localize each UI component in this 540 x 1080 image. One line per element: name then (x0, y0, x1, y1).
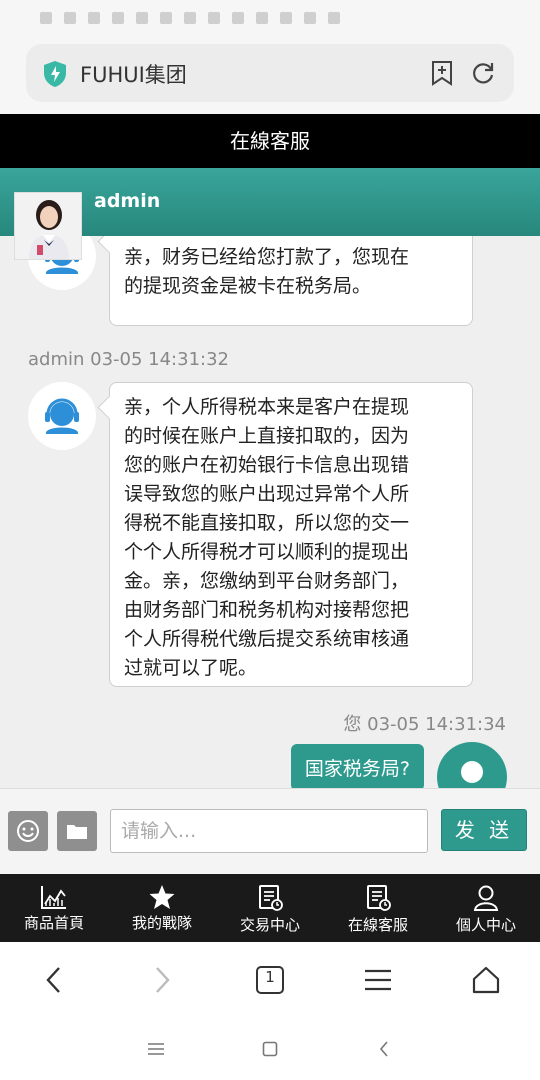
system-navigation-bar (0, 1018, 540, 1080)
page-title: 在線客服 (0, 114, 540, 168)
nav-item-trading[interactable]: 交易中心 (216, 874, 324, 942)
back-arrow-icon (379, 1041, 388, 1057)
message-line: 个人所得税代缴后提交系统审核通 (124, 628, 410, 650)
nav-item-profile[interactable]: 個人中心 (432, 874, 540, 942)
message-line: 您的账户在初始银行卡信息出现错 (124, 454, 410, 476)
message-line: 误导致您的账户出现过异常个人所 (124, 483, 410, 505)
forward-button[interactable] (135, 953, 189, 1007)
recents-button[interactable] (141, 1034, 171, 1064)
star-icon (149, 885, 175, 909)
emoji-button[interactable] (8, 811, 48, 851)
menu-button[interactable] (351, 953, 405, 1007)
nav-label: 個人中心 (455, 916, 516, 934)
file-button[interactable] (57, 811, 97, 851)
square-icon (262, 1041, 278, 1057)
user-icon (473, 885, 499, 911)
agent-photo-avatar (14, 192, 82, 260)
nav-item-home[interactable]: 商品首頁 (0, 874, 108, 942)
system-home-button[interactable] (255, 1034, 285, 1064)
nav-item-support[interactable]: 在線客服 (324, 874, 432, 942)
agent-name: admin (94, 190, 161, 212)
shield-icon (44, 61, 66, 87)
status-icons (40, 12, 400, 24)
headset-icon (45, 398, 79, 434)
message-line: 的时候在账户上直接扣取的，因为 (124, 425, 410, 447)
nav-label: 商品首頁 (23, 914, 84, 932)
document-icon (367, 885, 391, 911)
message-input-bar: 发 送 (0, 788, 540, 874)
browser-toolbar: 1 (0, 942, 540, 1018)
message-line: 金。亲，您缴纳到平台财务部门， (124, 570, 410, 592)
folder-icon (67, 825, 87, 839)
message-line: 由财务部门和税务机构对接帮您把 (124, 599, 410, 621)
message-line: 过就可以了呢。 (124, 657, 258, 679)
back-button[interactable] (27, 953, 81, 1007)
refresh-icon[interactable] (470, 60, 496, 86)
message-line: 亲，个人所得税本来是客户在提现 (124, 396, 410, 418)
add-bookmark-icon[interactable] (430, 60, 454, 86)
message-line: 个个人所得税才可以顺利的提现出 (124, 541, 410, 563)
message-line: 得税不能直接扣取，所以您的交一 (124, 512, 410, 534)
nav-label: 在線客服 (347, 916, 408, 934)
hamburger-menu-icon (365, 969, 391, 991)
agent-message-bubble: 亲，财务已经给您打款了，您现在 的提现资金是被卡在税务局。 (109, 236, 473, 326)
status-bar (0, 0, 540, 36)
smiley-icon (17, 820, 39, 842)
home-icon (472, 966, 500, 994)
address-bar[interactable]: FUHUI集团 (26, 44, 514, 102)
chevron-right-icon (156, 967, 170, 993)
url-text: FUHUI集团 (80, 63, 187, 87)
bottom-navigation: 商品首頁 我的戰隊 交易中心 在線客服 個人中心 (0, 874, 540, 942)
user-avatar-icon (461, 761, 483, 783)
my-avatar (437, 742, 507, 788)
message-line: 的提现资金是被卡在税务局。 (124, 275, 372, 297)
system-back-button[interactable] (369, 1034, 399, 1064)
chevron-left-icon (46, 967, 60, 993)
nav-label: 我的戰隊 (131, 914, 192, 932)
chat-history[interactable]: 亲，财务已经给您打款了，您现在 的提现资金是被卡在税务局。 admin 03-0… (0, 236, 540, 788)
my-message-bubble: 国家税务局? (290, 744, 424, 788)
tabs-button[interactable]: 1 (243, 953, 297, 1007)
agent-message-bubble: 亲，个人所得税本来是客户在提现 的时候在账户上直接扣取的，因为 您的账户在初始银… (109, 382, 473, 687)
recents-icon (148, 1043, 164, 1055)
send-button[interactable]: 发 送 (441, 809, 527, 851)
nav-label: 交易中心 (239, 916, 300, 934)
agent-avatar (28, 382, 96, 450)
message-timestamp: 您 03-05 14:31:34 (343, 714, 506, 735)
message-line: 亲，财务已经给您打款了，您现在 (124, 246, 410, 268)
document-icon (259, 885, 283, 911)
chart-icon (41, 886, 66, 909)
home-button[interactable] (459, 953, 513, 1007)
message-input[interactable] (110, 809, 428, 853)
tab-count: 1 (265, 968, 275, 986)
nav-item-team[interactable]: 我的戰隊 (108, 874, 216, 942)
browser-address-area: FUHUI集团 (0, 36, 540, 114)
message-timestamp: admin 03-05 14:31:32 (28, 349, 229, 370)
